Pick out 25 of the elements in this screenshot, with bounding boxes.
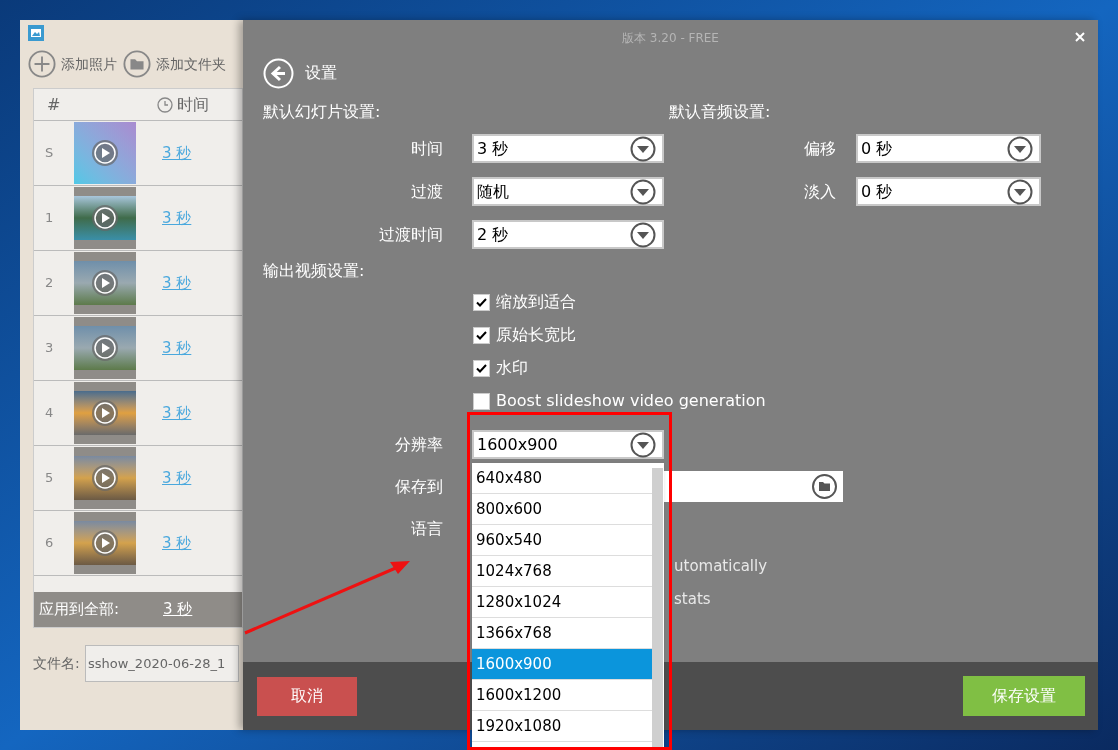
field-label: 偏移: [803, 137, 836, 160]
row-index: 5: [44, 469, 55, 488]
field-label: 淡入: [803, 180, 836, 203]
row-index: 6: [44, 534, 55, 553]
option-label: utomatically: [674, 556, 769, 577]
field-label: 时间: [410, 137, 443, 160]
row-index: 4: [44, 404, 55, 423]
row-index: 3: [44, 339, 55, 358]
field-label: 语言: [410, 518, 443, 540]
field-label: 分辨率: [394, 433, 443, 456]
section-heading: 输出视频设置:: [263, 260, 366, 281]
settings-title: 设置: [305, 62, 337, 84]
field-label: 保存到: [394, 475, 443, 498]
option-label: stats: [674, 589, 712, 610]
column-header: 时间: [177, 93, 209, 116]
apply-all-label: 应用到全部:: [39, 599, 121, 621]
filename-label: 文件名:: [33, 654, 81, 673]
row-index: S: [44, 144, 55, 163]
section-heading: 默认音频设置:: [669, 101, 772, 122]
column-header: #: [47, 93, 62, 116]
field-label: 过渡: [410, 180, 443, 203]
row-index: 1: [44, 209, 55, 228]
section-heading: 默认幻灯片设置:: [263, 101, 382, 122]
field-label: 过渡时间: [378, 223, 443, 246]
row-index: 2: [44, 274, 55, 293]
